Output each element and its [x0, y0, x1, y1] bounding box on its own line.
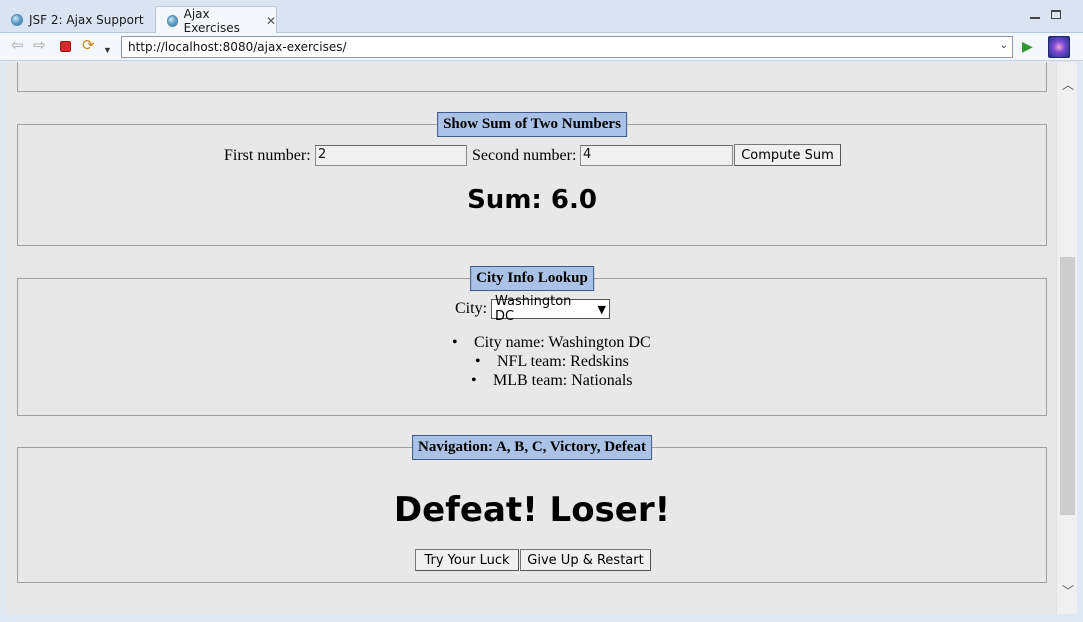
scrollbar-thumb[interactable]	[1060, 257, 1075, 515]
tab-jsf-ajax-support[interactable]: JSF 2: Ajax Support	[0, 6, 152, 33]
try-your-luck-button[interactable]: Try Your Luck	[415, 549, 519, 571]
globe-icon	[167, 14, 178, 27]
first-number-label: First number:	[224, 147, 311, 164]
url-text: http://localhost:8080/ajax-exercises/	[128, 40, 347, 54]
url-input[interactable]: http://localhost:8080/ajax-exercises/ ⌄	[121, 36, 1013, 58]
compute-sum-button[interactable]: Compute Sum	[734, 144, 841, 166]
chevron-down-icon: ▼	[597, 302, 606, 316]
first-number-input[interactable]: 2	[315, 145, 467, 166]
maximize-button[interactable]	[1051, 8, 1061, 22]
list-item: City name: Washington DC	[474, 334, 651, 351]
close-icon[interactable]: ✕	[266, 14, 276, 28]
forward-arrow-icon[interactable]: ⇨	[33, 38, 46, 54]
tab-label: JSF 2: Ajax Support	[29, 12, 144, 27]
chevron-down-icon[interactable]: ﹀	[1062, 582, 1074, 599]
chevron-up-icon[interactable]: ︿	[1062, 76, 1074, 93]
city-select[interactable]: Washington DC ▼	[491, 294, 610, 324]
bullet-icon: •	[475, 353, 481, 370]
minimize-button[interactable]	[1030, 8, 1040, 22]
sum-legend: Show Sum of Two Numbers	[437, 112, 627, 137]
city-label: City:	[455, 300, 488, 317]
tab-ajax-exercises[interactable]: Ajax Exercises ✕	[155, 6, 277, 35]
vertical-scrollbar[interactable]: ︿ ﹀	[1056, 62, 1077, 614]
go-icon[interactable]: ▶	[1022, 38, 1033, 54]
browser-toolbar: ⇦ ⇨ ⟳ ▼ http://localhost:8080/ajax-exerc…	[0, 33, 1083, 61]
refresh-icon[interactable]: ⟳	[82, 38, 95, 54]
list-item: NFL team: Redskins	[497, 353, 629, 370]
bullet-icon: •	[452, 334, 458, 351]
bottom-border	[0, 614, 1083, 622]
page-viewport: Show Sum of Two Numbers First number: 2 …	[6, 62, 1056, 614]
give-up-restart-button[interactable]: Give Up & Restart	[520, 549, 651, 571]
page-heading: Defeat! Loser!	[393, 490, 671, 530]
previous-section-box	[17, 62, 1047, 92]
stop-icon[interactable]	[60, 41, 71, 52]
globe-icon	[11, 13, 23, 26]
navigation-section: Navigation: A, B, C, Victory, Defeat Def…	[17, 435, 1047, 583]
city-section: City Info Lookup City: Washington DC ▼ •…	[17, 266, 1047, 416]
tab-label: Ajax Exercises	[183, 6, 240, 35]
second-number-input[interactable]: 4	[580, 145, 733, 166]
sum-section: Show Sum of Two Numbers First number: 2 …	[17, 112, 1047, 246]
tab-strip: JSF 2: Ajax Support Ajax Exercises ✕	[0, 0, 1083, 35]
city-legend: City Info Lookup	[470, 266, 594, 291]
back-arrow-icon[interactable]: ⇦	[11, 38, 24, 54]
chevron-down-icon[interactable]: ▼	[103, 42, 112, 58]
chevron-down-icon[interactable]: ⌄	[1000, 40, 1008, 51]
eclipse-icon[interactable]	[1048, 36, 1070, 58]
second-number-label: Second number:	[472, 147, 577, 164]
bullet-icon: •	[471, 372, 477, 389]
list-item: MLB team: Nationals	[493, 372, 633, 389]
navigation-legend: Navigation: A, B, C, Victory, Defeat	[412, 435, 652, 460]
sum-result: Sum: 6.0	[467, 185, 597, 215]
city-select-value: Washington DC	[495, 294, 572, 324]
